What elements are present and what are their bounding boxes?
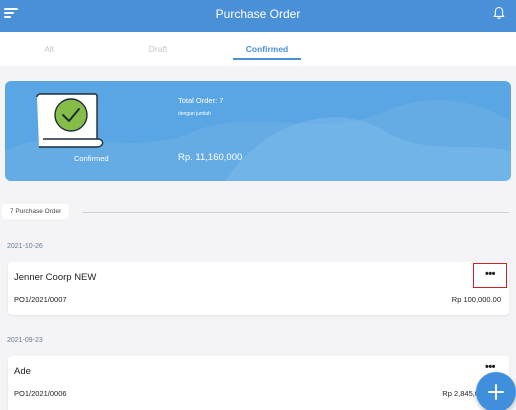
plus-icon: [488, 384, 504, 400]
order-card[interactable]: Ade ••• PO1/2021/0006 Rp 2,845,0: [8, 356, 509, 410]
tab-bar: All Draft Confirmed: [0, 32, 516, 66]
order-amount: Rp 100,000.00: [451, 295, 501, 304]
summary-card: Confirmed Total Order: 7 dengan jumlah R…: [5, 81, 511, 181]
tab-confirmed[interactable]: Confirmed: [233, 44, 301, 54]
order-card[interactable]: Jenner Coorp NEW ••• PO1/2021/0007 Rp 10…: [8, 262, 509, 315]
order-number: PO1/2021/0007: [14, 295, 67, 304]
order-date: 2021-10-26: [7, 243, 43, 250]
purchase-order-count: 7 Purchase Order: [2, 204, 70, 219]
order-number: PO1/2021/0006: [14, 389, 67, 398]
divider: [82, 212, 509, 213]
tab-draft[interactable]: Draft: [143, 44, 173, 54]
total-amount: Rp. 11,160,000: [178, 152, 243, 163]
more-options-button[interactable]: •••: [473, 263, 507, 288]
page-title: Purchase Order: [215, 7, 301, 21]
order-date: 2021-09-23: [7, 337, 43, 344]
document-check-icon: [36, 93, 104, 148]
total-order-text: Total Order: 7: [178, 96, 224, 105]
summary-subtitle: dengan jumlah: [178, 111, 211, 117]
add-purchase-order-button[interactable]: [476, 372, 516, 410]
order-supplier-name: Jenner Coorp NEW: [14, 272, 97, 283]
tab-all[interactable]: All: [36, 44, 62, 54]
order-amount: Rp 2,845,0: [442, 389, 479, 398]
active-tab-indicator: [233, 58, 301, 60]
notification-bell-icon[interactable]: [492, 6, 506, 20]
summary-status-label: Confirmed: [74, 154, 109, 163]
app-bar: Purchase Order: [0, 0, 516, 32]
order-supplier-name: Ade: [14, 366, 31, 377]
